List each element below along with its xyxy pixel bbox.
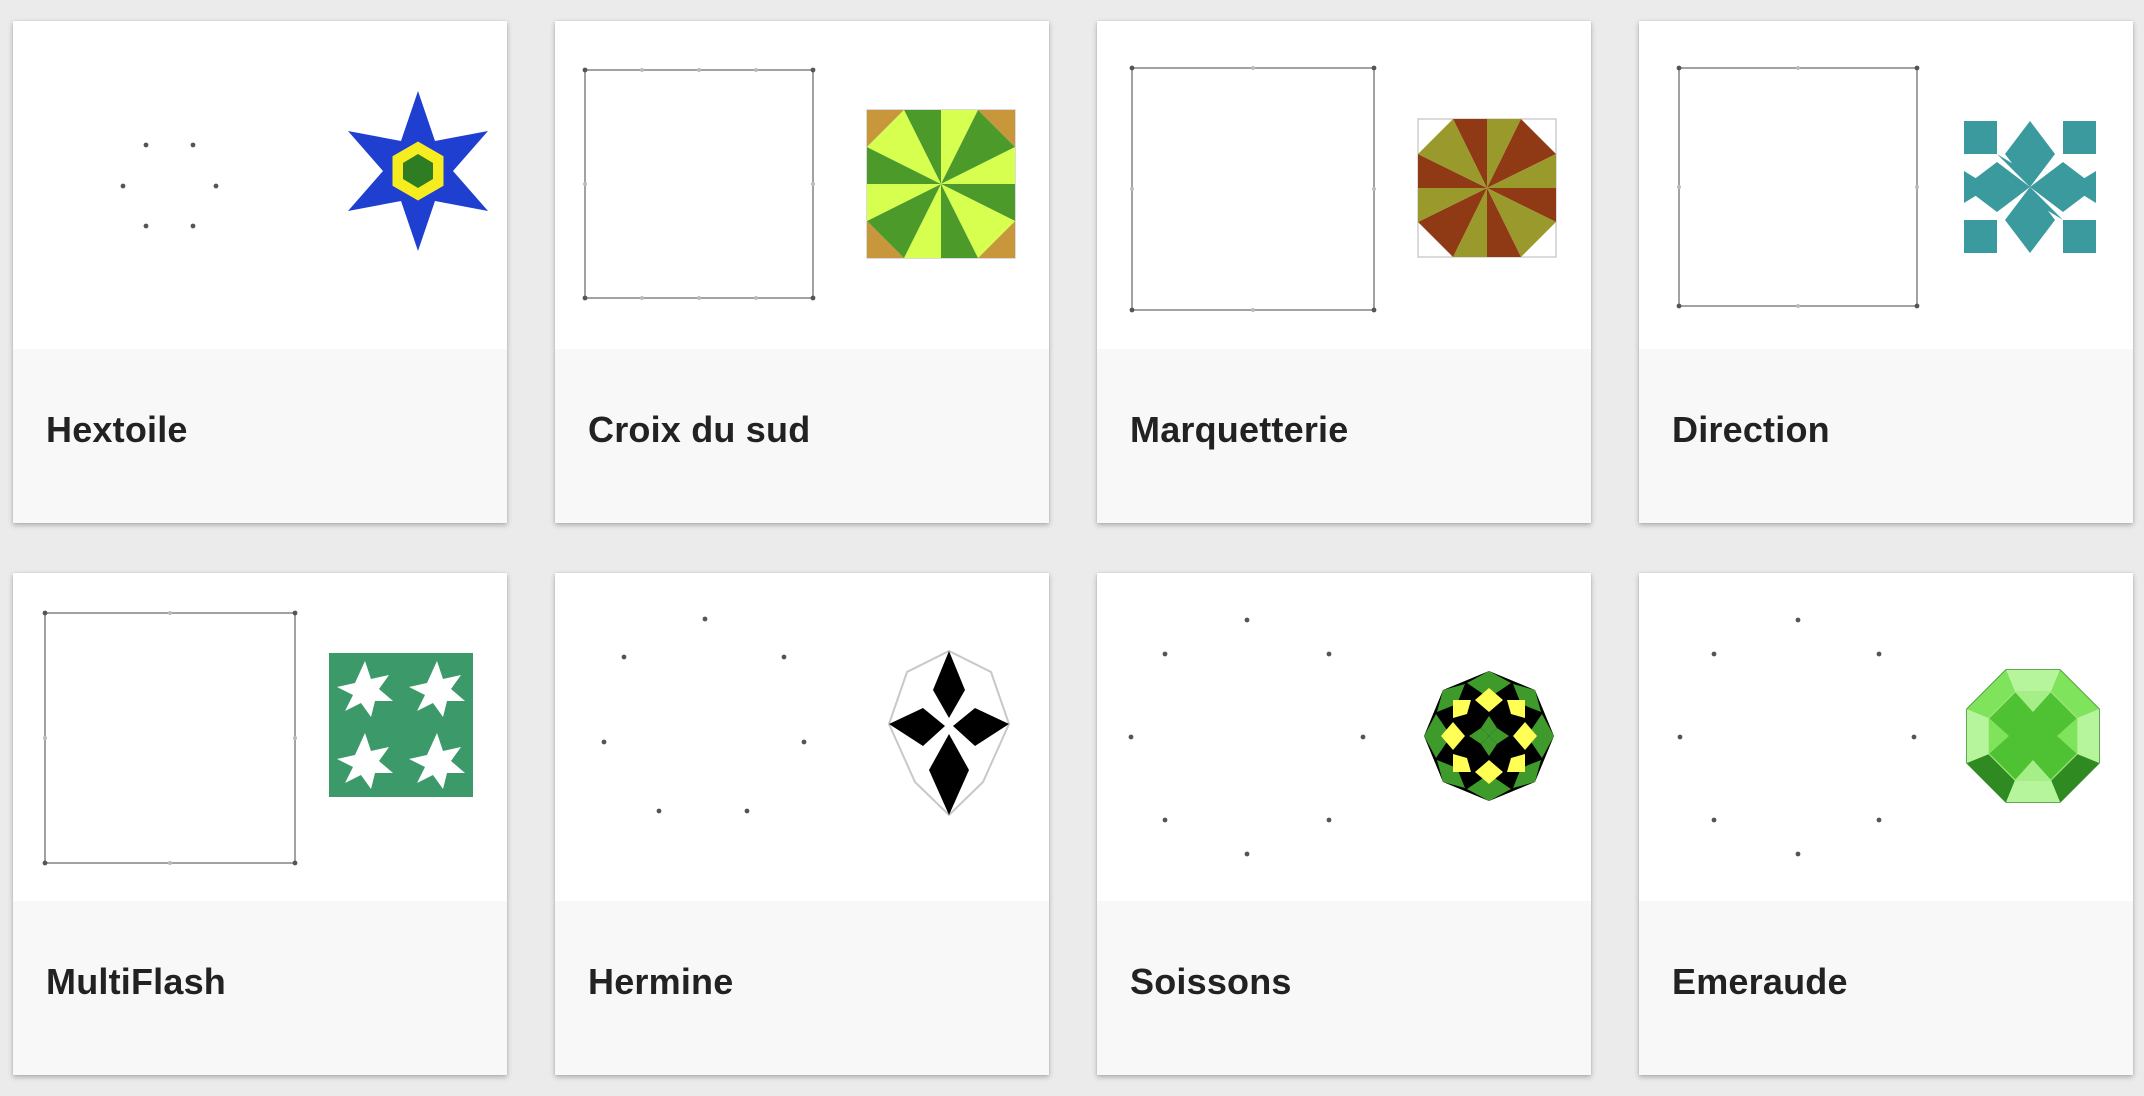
pattern-card-multiflash[interactable]: MultiFlash xyxy=(13,573,507,1075)
card-preview xyxy=(555,573,1049,901)
card-title: Hextoile xyxy=(46,409,188,450)
card-preview xyxy=(555,21,1049,349)
preview-graphic xyxy=(42,610,473,866)
construction-frame xyxy=(1676,65,1920,309)
construction-points xyxy=(120,142,219,229)
marquetterie-thumbnail xyxy=(1417,118,1557,258)
preview-graphic xyxy=(1677,617,2100,857)
hextoile-thumbnail xyxy=(348,91,488,251)
card-preview xyxy=(1097,573,1591,901)
card-footer: Direction xyxy=(1639,349,2133,523)
preview-graphic xyxy=(1676,65,2096,309)
construction-frame xyxy=(1129,65,1377,313)
pattern-card-emeraude[interactable]: Emeraude xyxy=(1639,573,2133,1075)
card-preview xyxy=(13,573,507,901)
emeraude-thumbnail xyxy=(1966,669,2100,803)
construction-points xyxy=(601,616,807,814)
preview-graphic xyxy=(582,67,1016,301)
preview-graphic xyxy=(1129,65,1557,313)
card-title: Croix du sud xyxy=(588,409,811,450)
card-footer: Hextoile xyxy=(13,349,507,523)
card-title: Hermine xyxy=(588,961,734,1002)
card-preview xyxy=(13,21,507,349)
pattern-card-croix-du-sud[interactable]: Croix du sud xyxy=(555,21,1049,523)
card-preview xyxy=(1639,21,2133,349)
pattern-card-marquetterie[interactable]: Marquetterie xyxy=(1097,21,1591,523)
pattern-card-soissons[interactable]: Soissons xyxy=(1097,573,1591,1075)
direction-thumbnail xyxy=(1964,121,2096,253)
construction-points xyxy=(1128,617,1366,857)
construction-points xyxy=(1677,617,1917,857)
construction-frame xyxy=(42,610,298,866)
card-title: Soissons xyxy=(1130,961,1292,1002)
card-footer: Soissons xyxy=(1097,901,1591,1075)
card-preview xyxy=(1639,573,2133,901)
card-title: MultiFlash xyxy=(46,961,226,1002)
construction-frame xyxy=(582,67,816,301)
soissons-thumbnail xyxy=(1424,671,1554,801)
preview-graphic xyxy=(120,91,488,251)
card-footer: MultiFlash xyxy=(13,901,507,1075)
pattern-card-hextoile[interactable]: Hextoile xyxy=(13,21,507,523)
card-footer: Croix du sud xyxy=(555,349,1049,523)
card-title: Marquetterie xyxy=(1130,409,1349,450)
croix-du-sud-thumbnail xyxy=(866,109,1016,259)
card-preview xyxy=(1097,21,1591,349)
hermine-thumbnail xyxy=(887,649,1011,817)
card-title: Direction xyxy=(1672,409,1830,450)
card-title: Emeraude xyxy=(1672,961,1848,1002)
card-footer: Emeraude xyxy=(1639,901,2133,1075)
pattern-card-direction[interactable]: Direction xyxy=(1639,21,2133,523)
preview-graphic xyxy=(1128,617,1554,857)
preview-graphic xyxy=(601,616,1011,817)
multiflash-thumbnail xyxy=(329,653,473,797)
card-footer: Marquetterie xyxy=(1097,349,1591,523)
card-footer: Hermine xyxy=(555,901,1049,1075)
pattern-card-hermine[interactable]: Hermine xyxy=(555,573,1049,1075)
